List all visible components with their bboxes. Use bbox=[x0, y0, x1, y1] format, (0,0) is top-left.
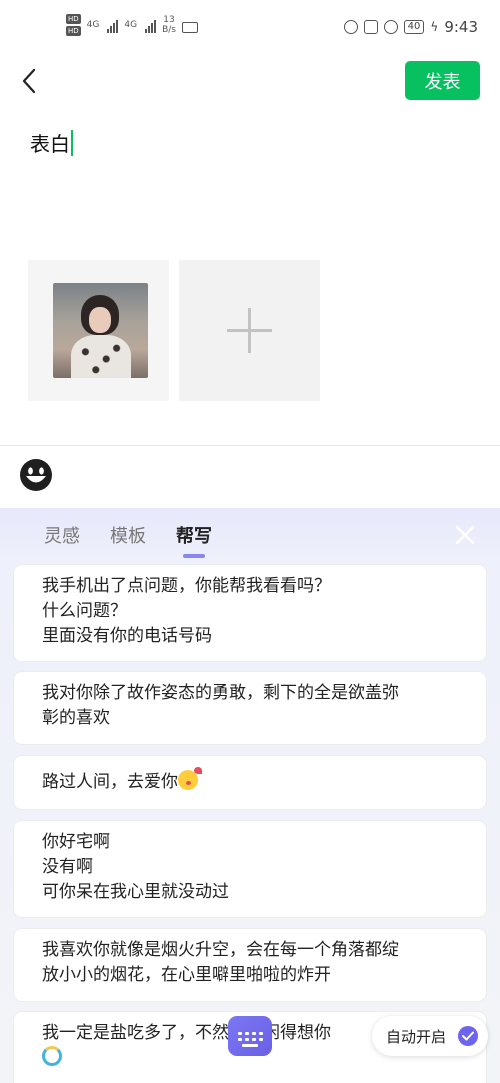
charging-icon: ϟ bbox=[430, 20, 439, 34]
divider bbox=[0, 445, 500, 446]
net-speed: 13 B/s bbox=[162, 15, 176, 35]
text-cursor bbox=[71, 129, 73, 156]
tab-help-write[interactable]: 帮写 bbox=[176, 522, 212, 558]
suggestion-card[interactable]: 我手机出了点问题，你能帮我看看吗？ 什么问题？ 里面没有你的电话号码 bbox=[14, 565, 486, 661]
suggestion-line: 可你呆在我心里就没动过 bbox=[42, 882, 229, 902]
signal-icon bbox=[145, 17, 157, 33]
keyboard-status-icon bbox=[181, 21, 198, 33]
publish-button[interactable]: 发表 bbox=[405, 61, 480, 100]
back-arrow-icon bbox=[22, 68, 36, 94]
tab-inspiration[interactable]: 灵感 bbox=[44, 522, 80, 548]
add-photo-button[interactable] bbox=[179, 260, 320, 401]
suggestion-line: 里面没有你的电话号码 bbox=[42, 626, 212, 646]
clock: 9:43 bbox=[444, 18, 478, 36]
suggestion-line: 我对你除了故作姿态的勇敢，剩下的全是欲盖弥 bbox=[42, 683, 399, 703]
speed-gauge-icon bbox=[383, 20, 398, 34]
close-button[interactable] bbox=[454, 524, 476, 546]
suggestion-line: 我喜欢你就像是烟火升空，会在每一个角落都绽 bbox=[42, 940, 399, 960]
post-text: 表白 bbox=[30, 132, 70, 156]
status-right: 40 ϟ 9:43 bbox=[343, 18, 478, 36]
alarm-icon bbox=[343, 20, 358, 34]
net-speed-unit: B/s bbox=[162, 25, 176, 35]
status-bar: HD HD 4G 4G 13 B/s 40 ϟ 9:43 bbox=[0, 0, 500, 60]
mute-icon bbox=[363, 20, 378, 34]
net-speed-value: 13 bbox=[163, 15, 175, 25]
suggestion-line: 彰的喜欢 bbox=[42, 708, 110, 728]
kiss-emoji-icon bbox=[178, 767, 202, 790]
auto-enable-toggle[interactable]: 自动开启 bbox=[372, 1016, 488, 1056]
suggestion-line: 你好宅啊 bbox=[42, 832, 110, 852]
suggestion-line: 没有啊 bbox=[42, 857, 93, 877]
keyboard-icon bbox=[237, 1031, 263, 1041]
auto-enable-label: 自动开启 bbox=[386, 1027, 447, 1046]
suggestion-line: 我手机出了点问题，你能帮我看看吗？ bbox=[42, 576, 331, 596]
swirl-emoji-icon bbox=[42, 1046, 62, 1066]
helper-tabs: 灵感 模板 帮写 bbox=[44, 522, 212, 558]
photo-image bbox=[53, 283, 148, 378]
tab-template[interactable]: 模板 bbox=[110, 522, 146, 548]
photo-thumbnail[interactable] bbox=[28, 260, 169, 401]
suggestion-card[interactable]: 我对你除了故作姿态的勇敢，剩下的全是欲盖弥 彰的喜欢 bbox=[14, 672, 486, 744]
back-button[interactable] bbox=[16, 66, 46, 96]
network-type-label: 4G bbox=[124, 20, 138, 30]
smiley-icon bbox=[20, 459, 52, 491]
suggestion-line: 放小小的烟花，在心里噼里啪啦的炸开 bbox=[42, 965, 331, 985]
network-type-label: 4G bbox=[86, 20, 100, 30]
suggestion-card[interactable]: 你好宅啊 没有啊 可你呆在我心里就没动过 bbox=[14, 821, 486, 917]
signal-icon bbox=[107, 17, 119, 33]
suggestion-card[interactable]: 我喜欢你就像是烟火升空，会在每一个角落都绽 放小小的烟花，在心里噼里啪啦的炸开 bbox=[14, 929, 486, 1001]
status-left: HD HD 4G 4G 13 B/s bbox=[66, 14, 198, 36]
hd-badge: HD bbox=[66, 26, 81, 36]
post-text-input[interactable]: 表白 bbox=[30, 128, 73, 157]
suggestion-line: 什么问题？ bbox=[42, 601, 127, 621]
battery-indicator: 40 bbox=[403, 20, 425, 34]
hd-badge: HD bbox=[66, 14, 81, 24]
emoji-button[interactable] bbox=[19, 458, 53, 492]
plus-icon bbox=[248, 308, 251, 353]
suggestion-card[interactable]: 路过人间，去爱你 bbox=[14, 756, 486, 809]
suggestion-line: 路过人间，去爱你 bbox=[42, 772, 178, 792]
keyboard-toggle-button[interactable] bbox=[228, 1016, 272, 1056]
close-icon bbox=[455, 525, 475, 545]
check-icon bbox=[458, 1026, 478, 1046]
